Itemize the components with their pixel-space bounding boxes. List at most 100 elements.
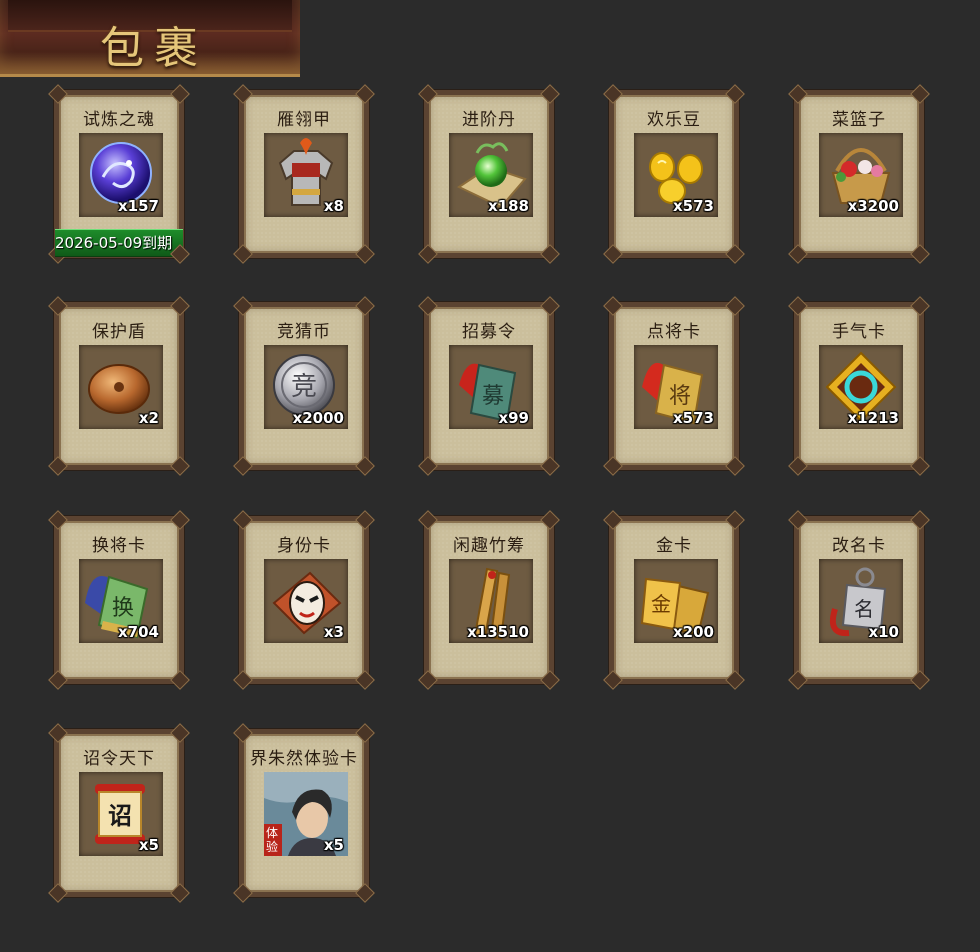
card-corner <box>910 510 930 530</box>
card-corner <box>233 723 253 743</box>
item-card[interactable]: 界朱然体验卡 体验 x5 <box>233 723 375 897</box>
item-quantity: x2 <box>138 409 159 427</box>
item-quantity: x3200 <box>847 197 899 215</box>
item-quantity: x5 <box>138 836 159 854</box>
item-icon-frame: x2 <box>79 345 163 429</box>
card-corner <box>355 723 375 743</box>
item-quantity: x200 <box>673 623 714 641</box>
item-name: 金卡 <box>656 536 692 556</box>
item-card[interactable]: 保护盾 x2 <box>48 296 190 470</box>
item-icon-frame: 换 x704 <box>79 559 163 643</box>
card-glyph: 金 <box>651 592 671 616</box>
item-icon-frame: 金 x200 <box>634 559 718 643</box>
card-corner <box>540 510 560 530</box>
card-corner <box>170 723 190 743</box>
item-name: 界朱然体验卡 <box>250 749 358 769</box>
card-glyph: 名 <box>854 597 874 621</box>
item-name: 菜篮子 <box>832 110 886 130</box>
item-quantity: x1213 <box>847 409 899 427</box>
card-glyph: 将 <box>669 384 691 409</box>
card-corner <box>48 296 68 316</box>
item-name: 诏令天下 <box>83 749 155 769</box>
scroll-glyph: 诏 <box>108 801 132 830</box>
card-corner <box>725 510 745 530</box>
card-corner <box>540 296 560 316</box>
item-quantity: x157 <box>118 197 159 215</box>
item-card[interactable]: 点将卡 将 x573 <box>603 296 745 470</box>
item-quantity: x10 <box>868 623 899 641</box>
item-card[interactable]: 欢乐豆 x573 <box>603 84 745 258</box>
item-name: 招募令 <box>462 322 516 342</box>
item-card[interactable]: 身份卡 x3 <box>233 510 375 684</box>
token-glyph: 募 <box>482 384 504 409</box>
card-corner <box>233 84 253 104</box>
item-quantity: x13510 <box>467 623 529 641</box>
item-name: 换将卡 <box>92 536 146 556</box>
item-icon-frame: 名 x10 <box>819 559 903 643</box>
item-name: 保护盾 <box>92 322 146 342</box>
item-icon-frame: 诏 x5 <box>79 772 163 856</box>
item-card[interactable]: 进阶丹 x188 <box>418 84 560 258</box>
card-corner <box>910 296 930 316</box>
coin-glyph: 竞 <box>291 372 317 402</box>
item-card[interactable]: 换将卡 换 x704 <box>48 510 190 684</box>
item-card[interactable]: 改名卡 名 x10 <box>788 510 930 684</box>
item-card[interactable]: 手气卡 x1213 <box>788 296 930 470</box>
item-name: 点将卡 <box>647 322 701 342</box>
item-card[interactable]: 竞猜币 竞 x2000 <box>233 296 375 470</box>
item-name: 闲趣竹筹 <box>453 536 525 556</box>
item-card[interactable]: 雁翎甲 x8 <box>233 84 375 258</box>
card-corner <box>48 510 68 530</box>
item-name: 手气卡 <box>832 322 886 342</box>
card-corner <box>170 84 190 104</box>
card-corner <box>418 510 438 530</box>
item-name: 雁翎甲 <box>277 110 331 130</box>
card-glyph: 换 <box>112 596 134 621</box>
card-corner <box>355 510 375 530</box>
card-corner <box>48 723 68 743</box>
item-icon-frame: x3200 <box>819 133 903 217</box>
item-quantity: x99 <box>498 409 529 427</box>
item-icon-frame: x1213 <box>819 345 903 429</box>
card-corner <box>48 84 68 104</box>
item-icon-frame: x188 <box>449 133 533 217</box>
card-corner <box>725 84 745 104</box>
card-corner <box>170 296 190 316</box>
item-quantity: x573 <box>673 409 714 427</box>
item-quantity: x704 <box>118 623 159 641</box>
item-name: 欢乐豆 <box>647 110 701 130</box>
card-corner <box>788 296 808 316</box>
item-icon-frame: x157 <box>79 133 163 217</box>
inventory-grid: 试炼之魂 x157 2026-05-09到期 雁翎甲 x8 进阶丹 x188 欢… <box>0 0 980 952</box>
item-card[interactable]: 试炼之魂 x157 2026-05-09到期 <box>48 84 190 258</box>
item-name: 试炼之魂 <box>83 110 155 130</box>
card-corner <box>788 510 808 530</box>
card-corner <box>418 84 438 104</box>
item-icon-frame: 竞 x2000 <box>264 345 348 429</box>
card-corner <box>603 296 623 316</box>
item-icon-frame: x13510 <box>449 559 533 643</box>
card-corner <box>355 296 375 316</box>
item-name: 竞猜币 <box>277 322 331 342</box>
item-card[interactable]: 菜篮子 x3200 <box>788 84 930 258</box>
item-icon-frame: 募 x99 <box>449 345 533 429</box>
page-title: 包裹 <box>100 23 208 74</box>
card-corner <box>170 510 190 530</box>
item-name: 进阶丹 <box>462 110 516 130</box>
item-card[interactable]: 金卡 金 x200 <box>603 510 745 684</box>
card-corner <box>418 296 438 316</box>
item-card[interactable]: 闲趣竹筹 x13510 <box>418 510 560 684</box>
card-corner <box>233 296 253 316</box>
card-corner <box>355 84 375 104</box>
card-corner <box>725 296 745 316</box>
item-icon-frame: 体验 x5 <box>264 772 348 856</box>
item-card[interactable]: 招募令 募 x99 <box>418 296 560 470</box>
item-icon-frame: x573 <box>634 133 718 217</box>
card-corner <box>910 84 930 104</box>
item-icon-frame: x3 <box>264 559 348 643</box>
item-name: 改名卡 <box>832 536 886 556</box>
item-quantity: x3 <box>323 623 344 641</box>
item-card[interactable]: 诏令天下 诏 x5 <box>48 723 190 897</box>
card-corner <box>233 510 253 530</box>
item-quantity: x5 <box>323 836 344 854</box>
